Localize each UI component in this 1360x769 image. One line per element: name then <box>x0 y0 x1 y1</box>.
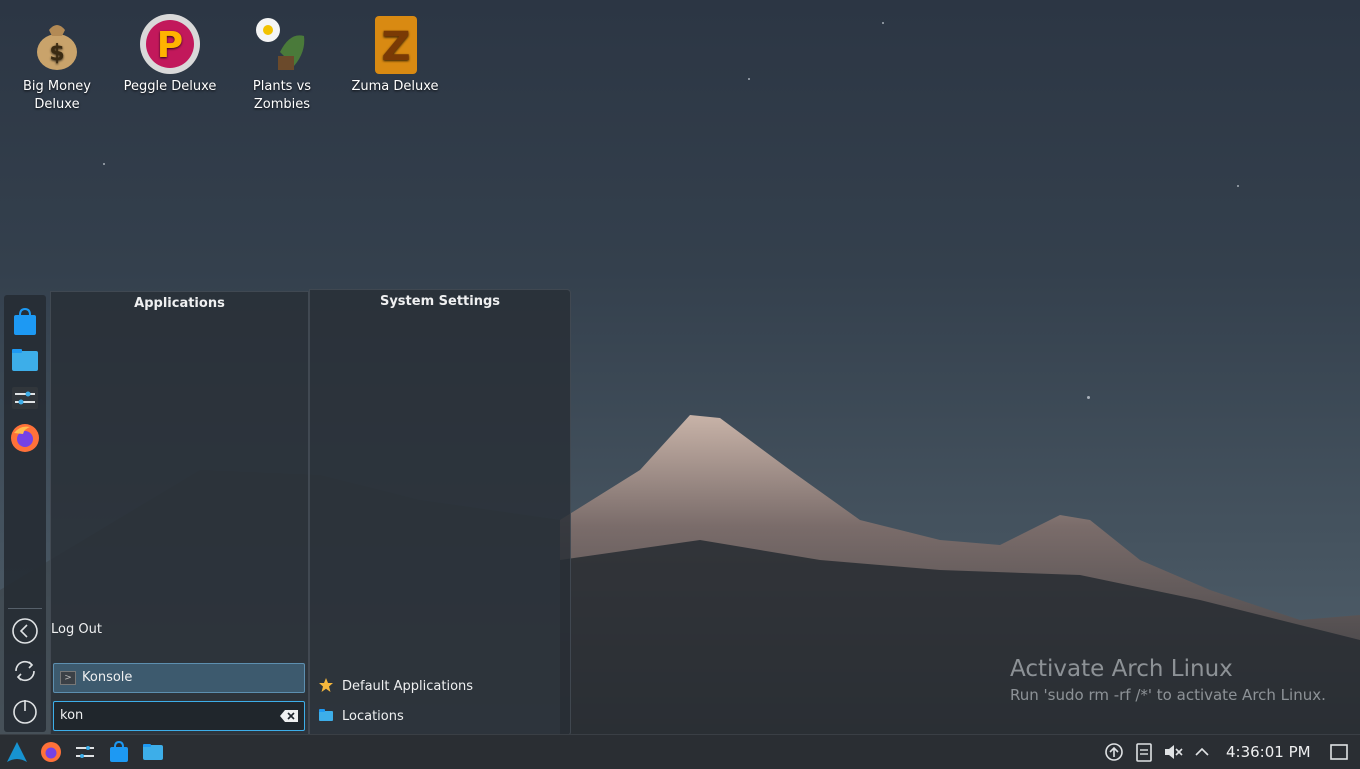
star <box>1087 396 1090 399</box>
star-icon <box>319 678 333 692</box>
star <box>103 163 105 165</box>
peggle-icon: P <box>140 14 200 74</box>
update-icon[interactable] <box>1103 741 1125 763</box>
svg-text:Z: Z <box>381 24 410 70</box>
desktop-icon-plants-vs-zombies[interactable]: Plants vs Zombies <box>232 6 332 114</box>
system-settings-icon[interactable] <box>74 741 96 763</box>
tray-expand-icon[interactable] <box>1191 741 1213 763</box>
firefox-icon[interactable] <box>10 423 40 453</box>
applications-column: Applications Log Out > Konsole kon <box>50 291 309 736</box>
log-out-icon[interactable] <box>10 616 40 646</box>
desktop-icon-zuma[interactable]: Z Zuma Deluxe <box>345 6 445 96</box>
zuma-icon: Z <box>375 16 417 74</box>
clipboard-icon[interactable] <box>1133 741 1155 763</box>
star <box>1237 185 1239 187</box>
settings-item-label: Default Applications <box>342 679 474 694</box>
system-settings-icon[interactable] <box>10 383 40 413</box>
system-settings-header: System Settings <box>379 294 501 309</box>
restart-icon[interactable] <box>10 656 40 686</box>
star <box>748 78 750 80</box>
arch-launcher-icon[interactable] <box>6 741 28 763</box>
volume-muted-icon[interactable] <box>1162 741 1184 763</box>
sidebar-separator <box>8 608 42 609</box>
log-out-label[interactable]: Log Out <box>51 622 102 637</box>
file-manager-icon[interactable] <box>10 345 40 375</box>
folder-icon <box>319 709 333 721</box>
terminal-icon: > <box>60 671 76 685</box>
shutdown-icon[interactable] <box>10 696 40 726</box>
search-input-value: kon <box>60 708 84 723</box>
application-launcher: Applications Log Out > Konsole kon Syste… <box>0 289 571 736</box>
favorites-sidebar <box>4 295 46 732</box>
system-settings-column: System Settings Default Applications Loc… <box>309 289 571 736</box>
money-bag-icon: $ <box>37 25 77 70</box>
discover-store-icon[interactable] <box>10 307 40 337</box>
applications-header: Applications <box>134 296 225 311</box>
clock[interactable]: 4:36:01 PM <box>1226 743 1311 761</box>
activation-watermark: Activate Arch Linux Run 'sudo rm -rf /*'… <box>1010 654 1326 706</box>
svg-text:$: $ <box>49 41 64 66</box>
desktop-icon-big-money[interactable]: $ Big Money Deluxe <box>7 6 107 114</box>
plants-vs-zombies-icon <box>256 18 305 70</box>
settings-item-default-applications[interactable]: Default Applications <box>318 677 473 694</box>
watermark-subtitle: Run 'sudo rm -rf /*' to activate Arch Li… <box>1010 686 1326 704</box>
desktop-icon-label: Plants vs Zombies <box>252 79 312 112</box>
search-input[interactable]: kon <box>53 701 305 731</box>
clear-search-icon[interactable] <box>280 710 298 722</box>
desktop-icon-label: Peggle Deluxe <box>123 79 217 94</box>
firefox-icon[interactable] <box>40 741 62 763</box>
discover-store-icon[interactable] <box>108 741 130 763</box>
desktop-icon-label: Zuma Deluxe <box>351 79 439 94</box>
desktop-icon-peggle[interactable]: P Peggle Deluxe <box>120 6 220 96</box>
svg-text:P: P <box>157 25 183 66</box>
taskbar: 4:36:01 PM <box>0 734 1360 769</box>
search-result-konsole[interactable]: > Konsole <box>53 663 305 693</box>
settings-item-label: Locations <box>342 709 404 724</box>
watermark-title: Activate Arch Linux <box>1010 656 1233 682</box>
settings-item-locations[interactable]: Locations <box>318 707 404 724</box>
show-desktop-icon[interactable] <box>1328 741 1350 763</box>
file-manager-icon[interactable] <box>142 741 164 763</box>
star <box>882 22 884 24</box>
result-label: Konsole <box>82 670 133 685</box>
desktop-icon-label: Big Money Deluxe <box>22 79 91 112</box>
